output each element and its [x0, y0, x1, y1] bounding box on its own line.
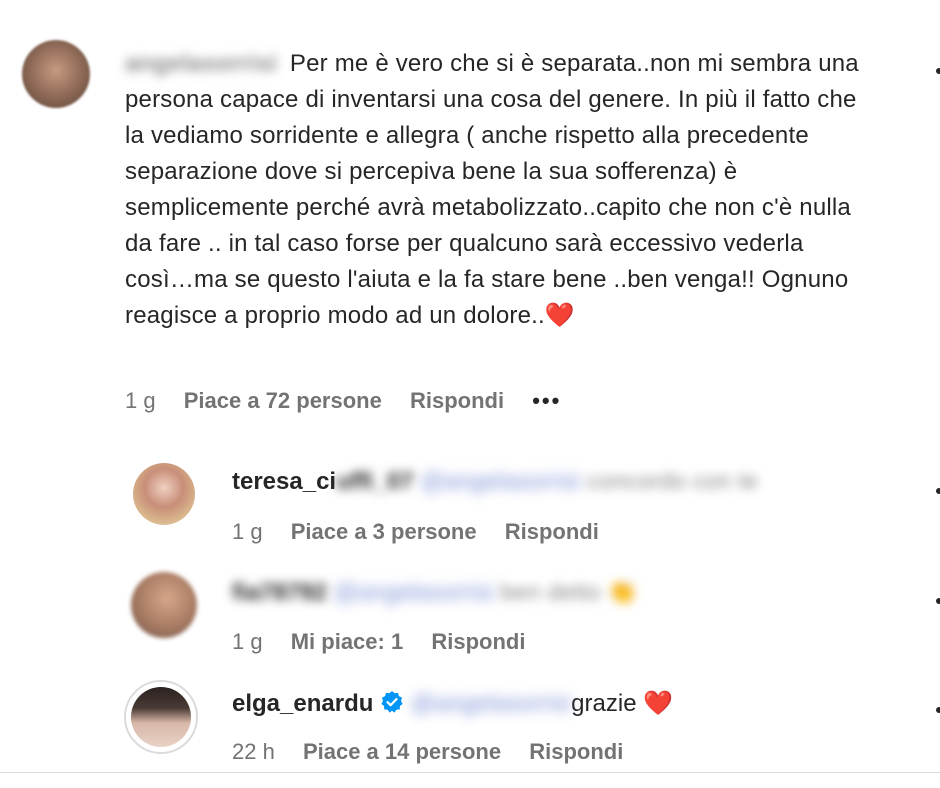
reply-3-mention[interactable]: @angelasorrisi — [411, 690, 571, 717]
reply-2-mention[interactable]: @angelasorrisi — [333, 579, 493, 606]
reply-3-text: grazie — [571, 690, 637, 717]
reply-3-username[interactable]: elga_enardu — [232, 690, 373, 717]
reply-1-time[interactable]: 1 g — [232, 519, 263, 544]
reply-3-meta: 22 h Piace a 14 persone Rispondi — [232, 739, 645, 765]
reply-3-likes-link[interactable]: Piace a 14 persone — [303, 739, 501, 764]
scroll-dot-icon — [936, 488, 940, 494]
reply-1-line: teresa_ciuffi_07 @angelasorrisi concordo… — [232, 468, 758, 496]
reply-2-reply-button[interactable]: Rispondi — [431, 629, 525, 654]
reply-1-reply-button[interactable]: Rispondi — [505, 519, 599, 544]
reply-1-username-blurred: uffi_07 — [336, 468, 414, 495]
bottom-divider — [0, 772, 940, 773]
reply-1-meta: 1 g Piace a 3 persone Rispondi — [232, 519, 621, 545]
heart-emoji-icon: ❤️ — [643, 690, 674, 717]
reply-1-text: concordo con te — [587, 468, 759, 495]
scroll-dot-icon — [936, 68, 940, 74]
reply-3-time[interactable]: 22 h — [232, 739, 275, 764]
comment-avatar[interactable] — [22, 40, 90, 108]
scroll-dot-icon — [936, 707, 940, 713]
reply-2-line: fia78792 @angelasorrisi ben detto 👏 — [232, 578, 637, 607]
reply-3-line: elga_enardu @angelasorrisigrazie ❤️ — [232, 689, 673, 721]
reply-3-reply-button[interactable]: Rispondi — [529, 739, 623, 764]
reply-2-text: ben detto 👏 — [500, 579, 638, 606]
reply-2-likes-link[interactable]: Mi piace: 1 — [291, 629, 403, 654]
comment-likes-link[interactable]: Piace a 72 persone — [184, 388, 382, 413]
reply-3-avatar — [131, 687, 191, 747]
comment-reply-button[interactable]: Rispondi — [410, 388, 504, 413]
reply-2-time[interactable]: 1 g — [232, 629, 263, 654]
reply-1-mention[interactable]: @angelasorrisi — [420, 468, 580, 495]
reply-2-username[interactable]: fia78792 — [232, 579, 327, 606]
reply-3-avatar-ring[interactable] — [124, 680, 198, 754]
comment-meta: 1 g Piace a 72 persone Rispondi ••• — [125, 388, 583, 414]
comment-text: Per me è vero che si è separata..non mi … — [125, 50, 859, 329]
reply-2-meta: 1 g Mi piace: 1 Rispondi — [232, 629, 547, 655]
comment-time[interactable]: 1 g — [125, 388, 156, 413]
comment-body: angelasorrisi Per me è vero che si è sep… — [125, 46, 865, 334]
more-options-icon[interactable]: ••• — [532, 388, 561, 413]
verified-badge-icon — [380, 690, 404, 721]
heart-emoji-icon: ❤️ — [544, 302, 575, 329]
reply-1-avatar[interactable] — [133, 463, 195, 525]
reply-1-likes-link[interactable]: Piace a 3 persone — [291, 519, 477, 544]
comment-username[interactable]: angelasorrisi — [125, 50, 277, 77]
scroll-dot-icon — [936, 598, 940, 604]
reply-2-avatar[interactable] — [131, 572, 197, 638]
reply-1-username[interactable]: teresa_ci — [232, 468, 336, 495]
